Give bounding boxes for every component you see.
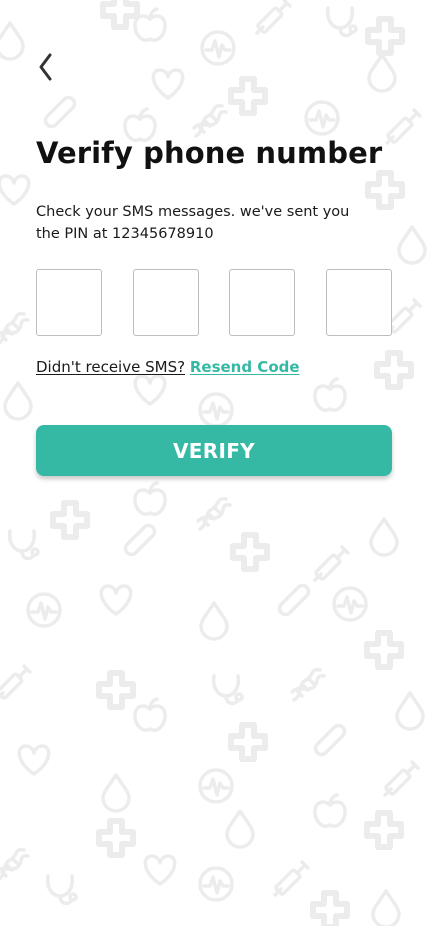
back-button[interactable]: [28, 46, 64, 88]
resend-row: Didn't receive SMS? Resend Code: [36, 358, 300, 376]
verify-phone-screen: Verify phone number Check your SMS messa…: [0, 0, 428, 926]
resend-code-link[interactable]: Resend Code: [190, 358, 300, 376]
pin-digit-3[interactable]: [229, 269, 295, 336]
pin-digit-1[interactable]: [36, 269, 102, 336]
pin-input-group: [36, 269, 392, 336]
instruction-text: Check your SMS messages. we've sent you …: [36, 204, 350, 242]
verify-button[interactable]: VERIFY: [36, 425, 392, 476]
page-title: Verify phone number: [36, 136, 383, 170]
pin-digit-4[interactable]: [326, 269, 392, 336]
pin-digit-2[interactable]: [133, 269, 199, 336]
resend-question: Didn't receive SMS?: [36, 358, 186, 376]
chevron-left-icon: [39, 53, 52, 81]
